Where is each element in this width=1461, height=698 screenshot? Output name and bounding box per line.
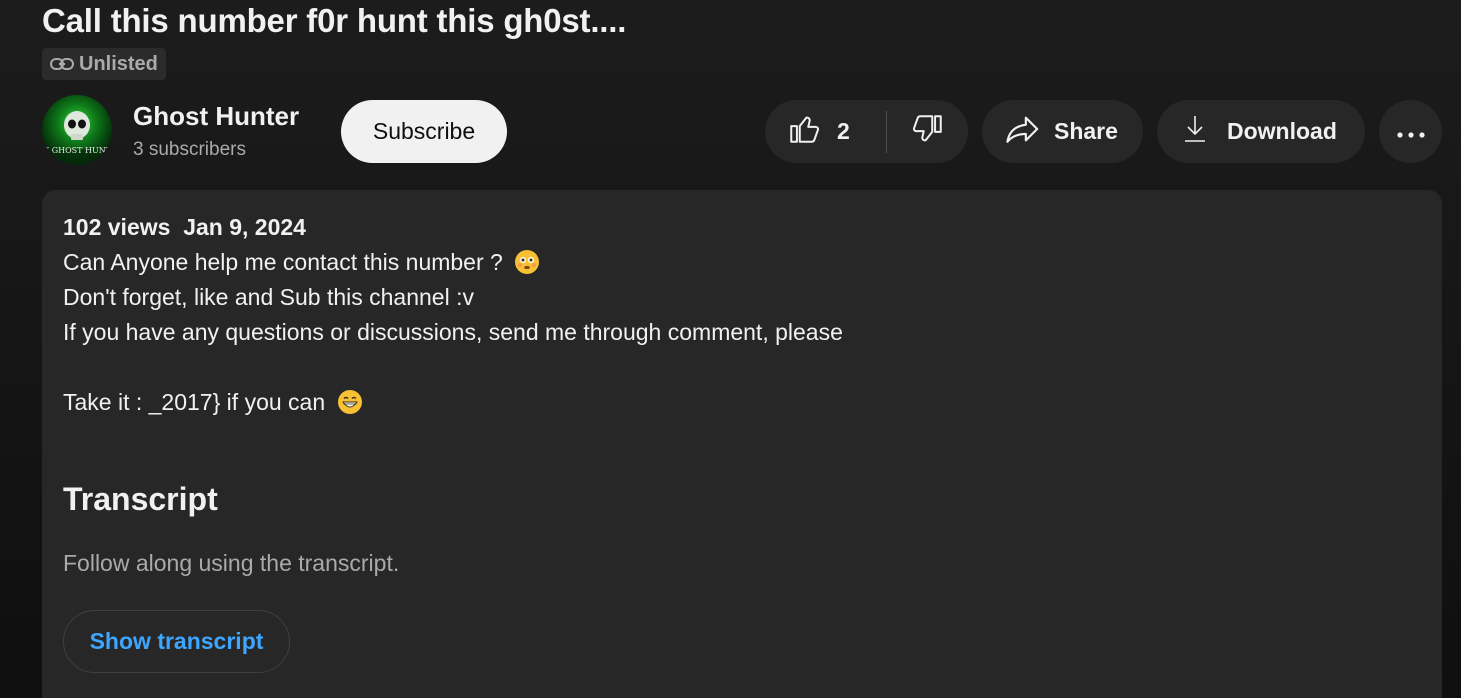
thumbs-up-icon — [787, 112, 821, 152]
description-text: Take it : _2017} if you can — [63, 389, 326, 415]
transcript-subtitle: Follow along using the transcript. — [63, 550, 400, 576]
like-count: 2 — [837, 118, 850, 144]
subscribe-button[interactable]: Subscribe — [341, 100, 507, 163]
video-title: Call this number f0r hunt this gh0st.... — [42, 2, 627, 39]
share-button[interactable]: Share — [982, 100, 1143, 163]
more-horizontal-icon — [1396, 118, 1426, 145]
subscriber-count: 3 subscribers — [133, 139, 246, 160]
description-line-1: Can Anyone help me contact this number ? — [63, 249, 540, 276]
description-text: Can Anyone help me contact this number ? — [63, 249, 503, 275]
share-label: Share — [1054, 118, 1118, 144]
thumbs-down-icon — [911, 112, 945, 152]
description-box[interactable]: 102 views Jan 9, 2024 Can Anyone help me… — [42, 190, 1442, 698]
description-line-2: Don't forget, like and Sub this channel … — [63, 284, 474, 310]
transcript-heading: Transcript — [63, 481, 218, 517]
unlisted-badge: Unlisted — [42, 48, 166, 80]
video-metadata-panel: Call this number f0r hunt this gh0st....… — [0, 0, 1461, 698]
like-dislike-group: 2 — [765, 100, 968, 163]
channel-name[interactable]: Ghost Hunter — [133, 101, 299, 132]
share-arrow-icon — [1004, 112, 1042, 152]
avatar-text: THE GHOST HUNTER — [42, 146, 112, 155]
flushed-face-emoji-icon — [515, 250, 540, 274]
download-button[interactable]: Download — [1157, 100, 1365, 163]
view-count: 102 views — [63, 214, 171, 240]
download-label: Download — [1227, 118, 1337, 144]
like-button[interactable]: 2 — [765, 100, 887, 163]
description-line-3: If you have any questions or discussions… — [63, 319, 843, 345]
visibility-label: Unlisted — [79, 52, 158, 75]
dislike-button[interactable] — [887, 100, 945, 163]
download-icon — [1183, 114, 1207, 150]
more-actions-button[interactable] — [1379, 100, 1442, 163]
channel-avatar[interactable]: THE GHOST HUNTER — [42, 95, 112, 165]
upload-date: Jan 9, 2024 — [183, 214, 306, 240]
grinning-face-emoji-icon — [337, 390, 362, 414]
link-icon — [50, 57, 74, 71]
view-date-line: 102 views Jan 9, 2024 — [63, 214, 306, 241]
description-line-4: Take it : _2017} if you can — [63, 389, 362, 416]
show-transcript-button[interactable]: Show transcript — [63, 610, 290, 673]
